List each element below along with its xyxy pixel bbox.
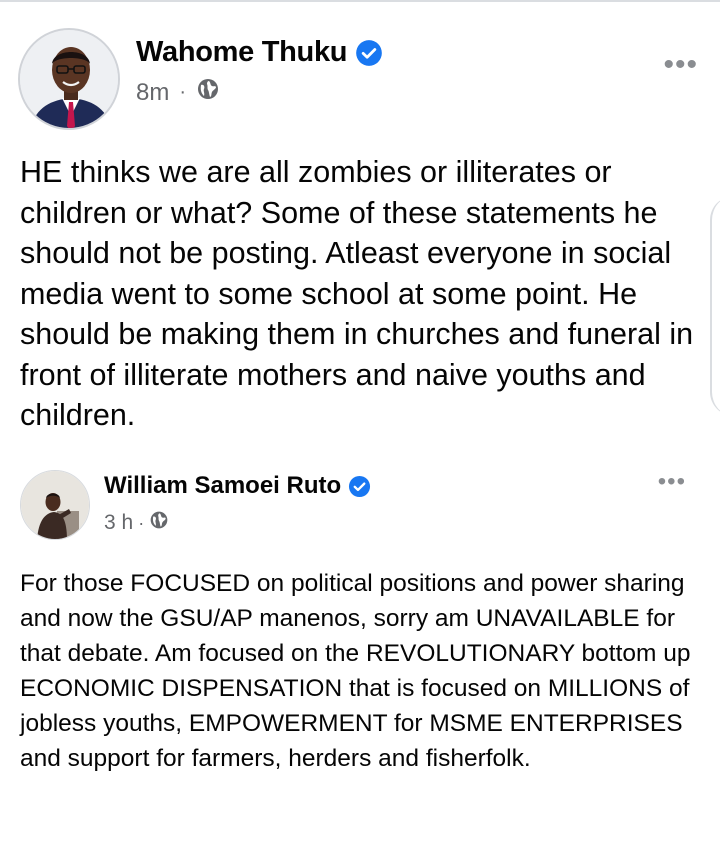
shared-post-header: William Samoei Ruto 3 h · ••• [20,464,700,554]
verified-badge-icon [355,39,383,67]
card-edge-decoration [710,196,720,416]
author-avatar[interactable] [18,28,120,130]
top-divider [0,0,720,2]
facebook-post-screen: Wahome Thuku 8m · ••• HE thinks we are a… [0,0,720,845]
shared-post-text: For those FOCUSED on political positions… [20,570,691,772]
shared-author-name[interactable]: William Samoei Ruto [104,472,341,500]
post-text: HE thinks we are all zombies or illitera… [20,155,694,432]
shared-post-meta: 3 h · [104,510,169,536]
shared-meta-separator: · [138,512,145,533]
shared-verified-badge-icon [348,475,371,498]
shared-more-options-icon[interactable]: ••• [658,470,686,494]
shared-globe-icon [149,510,169,536]
post-meta: 8m · [136,77,220,108]
meta-separator: · [179,81,187,103]
post-header: Wahome Thuku 8m · ••• [18,28,708,132]
shared-author-name-row: William Samoei Ruto [104,472,371,500]
post-timestamp[interactable]: 8m [136,79,169,107]
shared-post-timestamp[interactable]: 3 h [104,511,133,535]
author-name-row: Wahome Thuku [136,36,383,69]
more-options-icon[interactable]: ••• [663,50,698,80]
author-name[interactable]: Wahome Thuku [136,36,348,69]
shared-post-card[interactable]: William Samoei Ruto 3 h · ••• For those … [0,448,720,845]
shared-author-avatar[interactable] [20,470,90,540]
globe-icon [196,77,220,108]
